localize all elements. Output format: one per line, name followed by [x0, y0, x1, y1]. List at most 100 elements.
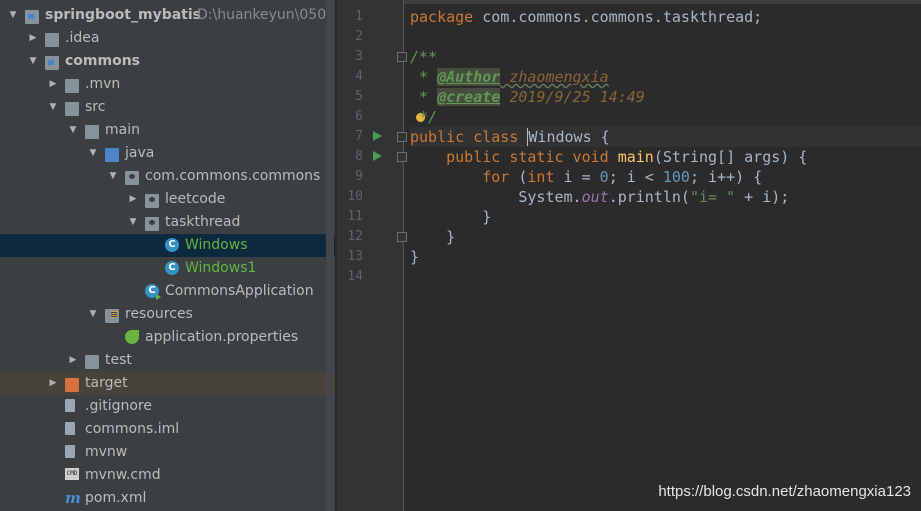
code-line-11: } — [410, 207, 921, 227]
tree-item-main[interactable]: ▼ main — [0, 119, 335, 142]
tree-item-windows1[interactable]: C Windows1 — [0, 257, 335, 280]
tree-item-springboot-mybatis[interactable]: ▼ springboot_mybatis D:\huankeyun\0508\s — [0, 4, 335, 27]
folder-icon — [65, 102, 79, 116]
number-literal: 0 — [599, 168, 609, 186]
fold-class-icon[interactable] — [397, 132, 407, 142]
keyword: package — [410, 8, 474, 26]
tree-item-application-properties[interactable]: application.properties — [0, 326, 335, 349]
tree-item-leetcode[interactable]: ▶ leetcode — [0, 188, 335, 211]
fold-method-end-icon[interactable] — [397, 232, 407, 242]
tree-item-label: src — [85, 99, 106, 115]
chevron-down-icon[interactable]: ▼ — [67, 119, 79, 142]
chevron-down-icon[interactable]: ▼ — [87, 303, 99, 326]
tree-item-resources[interactable]: ▼ resources — [0, 303, 335, 326]
module-folder-icon — [25, 10, 39, 24]
tree-item-label: .idea — [65, 30, 100, 46]
doc-author-value: zhaomengxia — [500, 68, 609, 86]
run-main-icon[interactable] — [373, 151, 382, 161]
tree-item-label: main — [105, 122, 140, 138]
doc-comment-close: */ — [410, 108, 438, 126]
doc-tag-create: @create — [437, 88, 501, 106]
line-number: 6 — [355, 109, 363, 124]
closing-brace: } — [410, 208, 492, 226]
keyword-class: class — [473, 128, 519, 146]
iml-file-icon — [65, 422, 75, 435]
code-line-7: public class Windows { — [410, 127, 921, 147]
line-number: 4 — [355, 69, 363, 84]
code-line-3: /** — [410, 47, 921, 67]
tree-item-windows[interactable]: C Windows — [0, 234, 335, 257]
tree-item-taskthread[interactable]: ▼ taskthread — [0, 211, 335, 234]
tree-item-commons[interactable]: ▼ commons — [0, 50, 335, 73]
module-folder-icon — [45, 56, 59, 70]
keyword-public: public — [410, 128, 465, 146]
tree-item-src[interactable]: ▼ src — [0, 96, 335, 119]
code-editor[interactable]: package com.commons.commons.taskthread; … — [410, 0, 921, 511]
chevron-down-icon[interactable]: ▼ — [107, 165, 119, 188]
static-field: out — [581, 188, 609, 206]
code-text: i = — [554, 168, 600, 186]
tree-item-label: mvnw.cmd — [85, 467, 161, 483]
line-number: 13 — [347, 249, 363, 264]
method-modifiers: public static void — [446, 148, 609, 166]
tree-item-label: .gitignore — [85, 398, 152, 414]
package-icon — [145, 217, 159, 231]
tree-item-label: commons — [65, 53, 141, 69]
tree-item-label: Windows1 — [185, 260, 257, 276]
code-text: .println( — [608, 188, 690, 206]
tree-item-gitignore[interactable]: .gitignore — [0, 395, 335, 418]
ide-window: ▼ springboot_mybatis D:\huankeyun\0508\s ▶.… — [0, 0, 921, 511]
chevron-right-icon[interactable]: ▶ — [67, 349, 79, 372]
tree-item-label: springboot_mybatis — [45, 7, 202, 23]
spring-properties-icon — [125, 330, 139, 344]
source-folder-icon — [105, 148, 119, 162]
tree-item-idea[interactable]: ▶ .idea — [0, 27, 335, 50]
fold-method-icon[interactable] — [397, 152, 407, 162]
tree-item-label: com.commons.commons — [145, 168, 321, 184]
tree-item-label: leetcode — [165, 191, 226, 207]
tree-item-label: application.properties — [145, 329, 299, 345]
watermark-url: https://blog.csdn.net/zhaomengxia123 — [658, 483, 911, 500]
project-path: D:\huankeyun\0508\s — [197, 7, 335, 23]
chevron-down-icon[interactable]: ▼ — [7, 4, 19, 27]
run-class-icon[interactable] — [373, 131, 382, 141]
folder-icon — [45, 33, 59, 47]
run-badge-icon — [156, 294, 161, 300]
package-icon — [145, 194, 159, 208]
tree-item-com-commons-commons[interactable]: ▼ com.commons.commons — [0, 165, 335, 188]
tree-item-pom-xml[interactable]: m pom.xml — [0, 487, 335, 510]
tree-item-mvn[interactable]: ▶ .mvn — [0, 73, 335, 96]
chevron-down-icon[interactable]: ▼ — [87, 142, 99, 165]
maven-icon: m — [65, 489, 81, 507]
tree-item-mvnw-cmd[interactable]: CMD mvnw.cmd — [0, 464, 335, 487]
code-text: System. — [518, 188, 582, 206]
chevron-right-icon[interactable]: ▶ — [27, 27, 39, 50]
brace: { — [591, 128, 610, 146]
tree-item-label: commons.iml — [85, 421, 180, 437]
chevron-right-icon[interactable]: ▶ — [47, 372, 59, 395]
tree-item-mvnw[interactable]: mvnw — [0, 441, 335, 464]
doc-tag-author: @Author — [437, 68, 501, 86]
string-literal: "i= " — [689, 188, 736, 206]
chevron-down-icon[interactable]: ▼ — [47, 96, 59, 119]
chevron-down-icon[interactable]: ▼ — [27, 50, 39, 73]
chevron-right-icon[interactable]: ▶ — [47, 73, 59, 96]
fold-comment-icon[interactable] — [397, 52, 407, 62]
chevron-right-icon[interactable]: ▶ — [127, 188, 139, 211]
tree-item-target[interactable]: ▶ target — [0, 372, 335, 395]
tree-item-commons-iml[interactable]: commons.iml — [0, 418, 335, 441]
code-line-5: * @create 2019/9/25 14:49 — [410, 87, 921, 107]
cmd-file-icon: CMD — [65, 468, 79, 480]
doc-create-value: 2019/9/25 14:49 — [500, 88, 645, 106]
line-number: 8 — [355, 149, 363, 164]
tree-item-commonsapplication[interactable]: C CommonsApplication — [0, 280, 335, 303]
chevron-down-icon[interactable]: ▼ — [127, 211, 139, 234]
tree-item-java[interactable]: ▼ java — [0, 142, 335, 165]
doc-comment-open: /** — [410, 48, 438, 66]
folder-icon — [85, 355, 99, 369]
project-tree-scrollbar[interactable] — [326, 0, 334, 511]
tree-item-test[interactable]: ▶ test — [0, 349, 335, 372]
resources-folder-icon — [105, 309, 119, 323]
